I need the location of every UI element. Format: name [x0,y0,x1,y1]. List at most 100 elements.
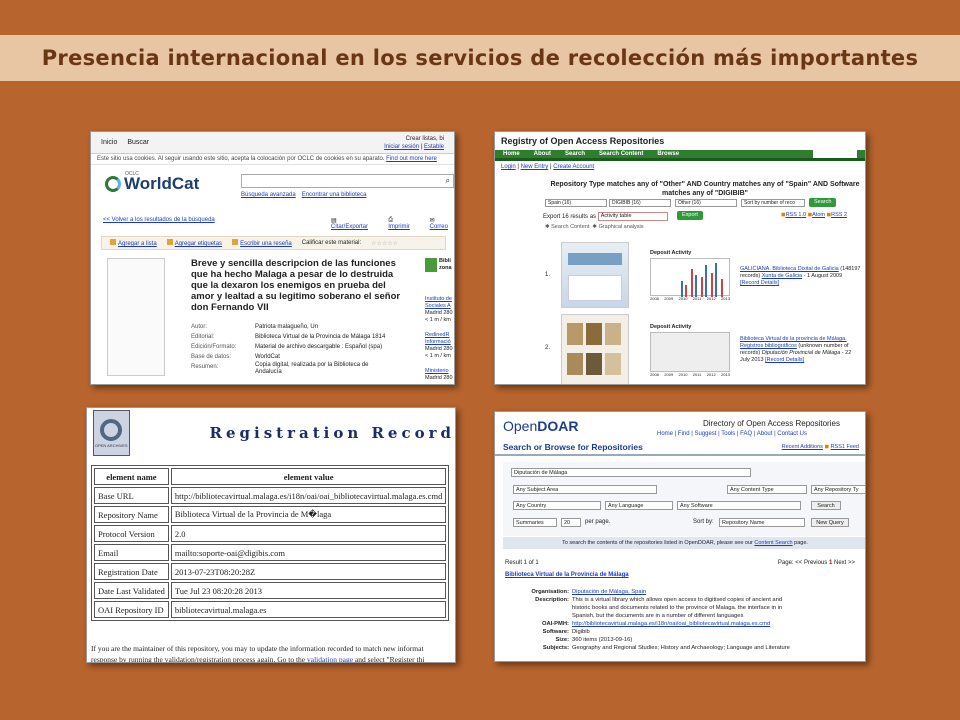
nav-search-input[interactable] [813,150,857,158]
nav-search[interactable]: Search [565,151,585,157]
nav-home[interactable]: Home [503,151,520,157]
rss2-link[interactable]: RSS 2 [831,212,847,218]
per-page-select[interactable]: 20 [561,518,581,527]
result-title-link[interactable]: Biblioteca Virtual de la Provincia de Má… [505,572,855,578]
advanced-search-link[interactable]: Búsqueda avanzada [241,192,296,198]
export-format-select[interactable]: Activity table [597,212,668,221]
type-select[interactable]: Other (16) [675,199,737,207]
atom-link[interactable]: Atom [812,212,825,218]
search-input[interactable]: ⌕ [241,174,454,188]
roar-screenshot: Registry of Open Access Repositories Hom… [494,131,866,385]
validation-page-link[interactable]: validation page [307,655,353,662]
nav-inicio[interactable]: Inicio [101,139,117,146]
opendoar-menu[interactable]: Home | Find | Suggest | Tools | FAQ | Ab… [657,431,807,437]
email-tool[interactable]: ✉ Correo [430,217,454,230]
add-tags-label: Agregar etiquetas [174,241,223,247]
cite-export-tool[interactable]: ▤ Citar/Exportar [331,217,374,230]
rating-stars[interactable]: ☆☆☆☆☆ [371,240,398,247]
back-to-results-link[interactable]: << Volver a los resultados de la búsqued… [103,217,215,223]
write-review-action[interactable]: Escribir una reseña [232,239,292,247]
content-search-note: To search the contents of the repositori… [503,537,865,549]
search-content-link[interactable]: Search Content [551,224,589,230]
record-details-link[interactable]: [Record Details] [765,357,804,363]
logo-text: WorldCat [124,174,200,193]
prev-page-link[interactable]: << Previous [795,560,827,566]
subject-select[interactable]: Any Subject Area [513,485,657,494]
content-search-link[interactable]: Content Search [754,540,792,546]
actions-bar: Agregar a lista Agregar etiquetas Escrib… [101,236,446,250]
search-query-input[interactable]: Diputación de Málaga [511,468,751,477]
country-select[interactable]: Spain (16) [545,199,607,207]
worldcat-topbar: Inicio Buscar Crear listas, bi Iniciar s… [91,132,454,154]
rss-feed-link[interactable]: RSS1 Feed [831,444,859,450]
repository-thumbnail[interactable] [561,314,629,384]
country-select[interactable]: Any Country [513,501,601,510]
next-page-link[interactable]: Next >> [834,560,855,566]
sort-select[interactable]: Repository Name [719,518,805,527]
organisation-value[interactable]: Diputación de Málaga, Spain [572,588,802,596]
logo-open: Open [503,418,538,434]
repository-thumbnail[interactable] [561,242,629,308]
login-link[interactable]: Iniciar sesión [384,144,419,150]
rss1-link[interactable]: RSS 1.0 [786,212,806,218]
table-row: Repository Name Biblioteca Virtual de la … [94,506,447,523]
tag-icon [166,239,173,245]
cell-value: Biblioteca Virtual de la Provincia de M�… [170,506,447,523]
library-address: Madrid 280 [425,375,453,381]
search-icon[interactable]: ⌕ [446,176,450,186]
library-link[interactable]: Instituto de Sociales A [425,296,452,309]
sort-select[interactable]: Sort by number of reco [741,199,805,207]
create-lists-link[interactable]: Crear listas, bi [406,136,444,142]
nav-browse[interactable]: Browse [657,151,679,157]
establish-link[interactable]: Estable [424,144,444,150]
search-button[interactable]: Search [811,501,841,510]
repository-link[interactable]: GALICIANA. Biblioteca Dixital de Galicia [740,266,839,272]
login-link[interactable]: Login [501,164,516,170]
x-tick: 2008 [650,372,659,377]
library-link[interactable]: Ministerio [425,368,449,374]
search-browse-bar: Search or Browse for Repositories Recent… [495,440,865,456]
language-select[interactable]: Any Language [605,501,673,510]
library-link[interactable]: RedinedR Informació [425,332,451,345]
content-type-select[interactable]: Any Content Type [727,485,807,494]
cell-value: mailto:soporte-oai@digibis.com [170,544,447,561]
nav-about[interactable]: About [534,151,551,157]
opendoar-heading: Directory of Open Access Repositories [703,419,840,428]
record-details-link[interactable]: [Record Details] [740,280,779,286]
side-header: Bibli zona [439,258,452,272]
chart-title: Deposit Activity [650,250,692,256]
nav-search-content[interactable]: Search Content [599,151,643,157]
repository-type-select[interactable]: Any Repository Ty [811,485,865,494]
oai-pmh-link[interactable]: http://bibliotecavirtual.malaga.es/i18n/… [572,620,802,628]
chart-svg [681,263,723,297]
software-select[interactable]: Any Software [677,501,801,510]
chart-x-axis: 2008 2009 2010 2011 2012 2013 [650,372,730,377]
find-library-link[interactable]: Encontrar una biblioteca [302,192,367,198]
new-query-button[interactable]: New Query [811,518,849,527]
library-entry: RedinedR Informació Madrid 280 < 1 m / km [425,332,454,360]
export-button[interactable]: Export [677,211,703,220]
cookie-link[interactable]: Find out more here [386,156,437,162]
search-button[interactable]: Search [809,198,837,207]
opendoar-logo: OpenDOAR [503,418,578,434]
display-mode-select[interactable]: Summaries [513,518,557,527]
recent-additions-link[interactable]: Recent Additions [782,444,823,450]
cookie-text: Este sitio usa cookies. Al seguir usando… [97,156,385,162]
library-address: Madrid 280 < 1 m / km [425,310,453,323]
detail-label: OAI-PMH: [541,621,569,627]
result-count: Result 1 of 1 [505,560,539,566]
library-address: Madrid 280 < 1 m / km [425,346,453,359]
nav-buscar[interactable]: Buscar [127,139,149,146]
new-entry-link[interactable]: New Entry [521,164,549,170]
result-summary: Result 1 of 1 Page: << Previous 1 Next >… [505,560,855,578]
meta-label: Autor: [191,324,208,330]
add-to-list-action[interactable]: Agregar a lista [110,239,157,247]
create-account-link[interactable]: Create Account [553,164,594,170]
graphical-analysis-link[interactable]: Graphical analysis [599,224,644,230]
note-line-1: If you are the maintainer of this reposi… [91,644,424,653]
print-tool[interactable]: ⎙ Imprimir [388,217,415,230]
institution-link[interactable]: Xunta de Galicia [762,273,802,279]
add-tags-action[interactable]: Agregar etiquetas [166,239,223,247]
cell-name: Date Last Validated [94,582,169,599]
software-select[interactable]: DIGIBIB (16) [609,199,671,207]
